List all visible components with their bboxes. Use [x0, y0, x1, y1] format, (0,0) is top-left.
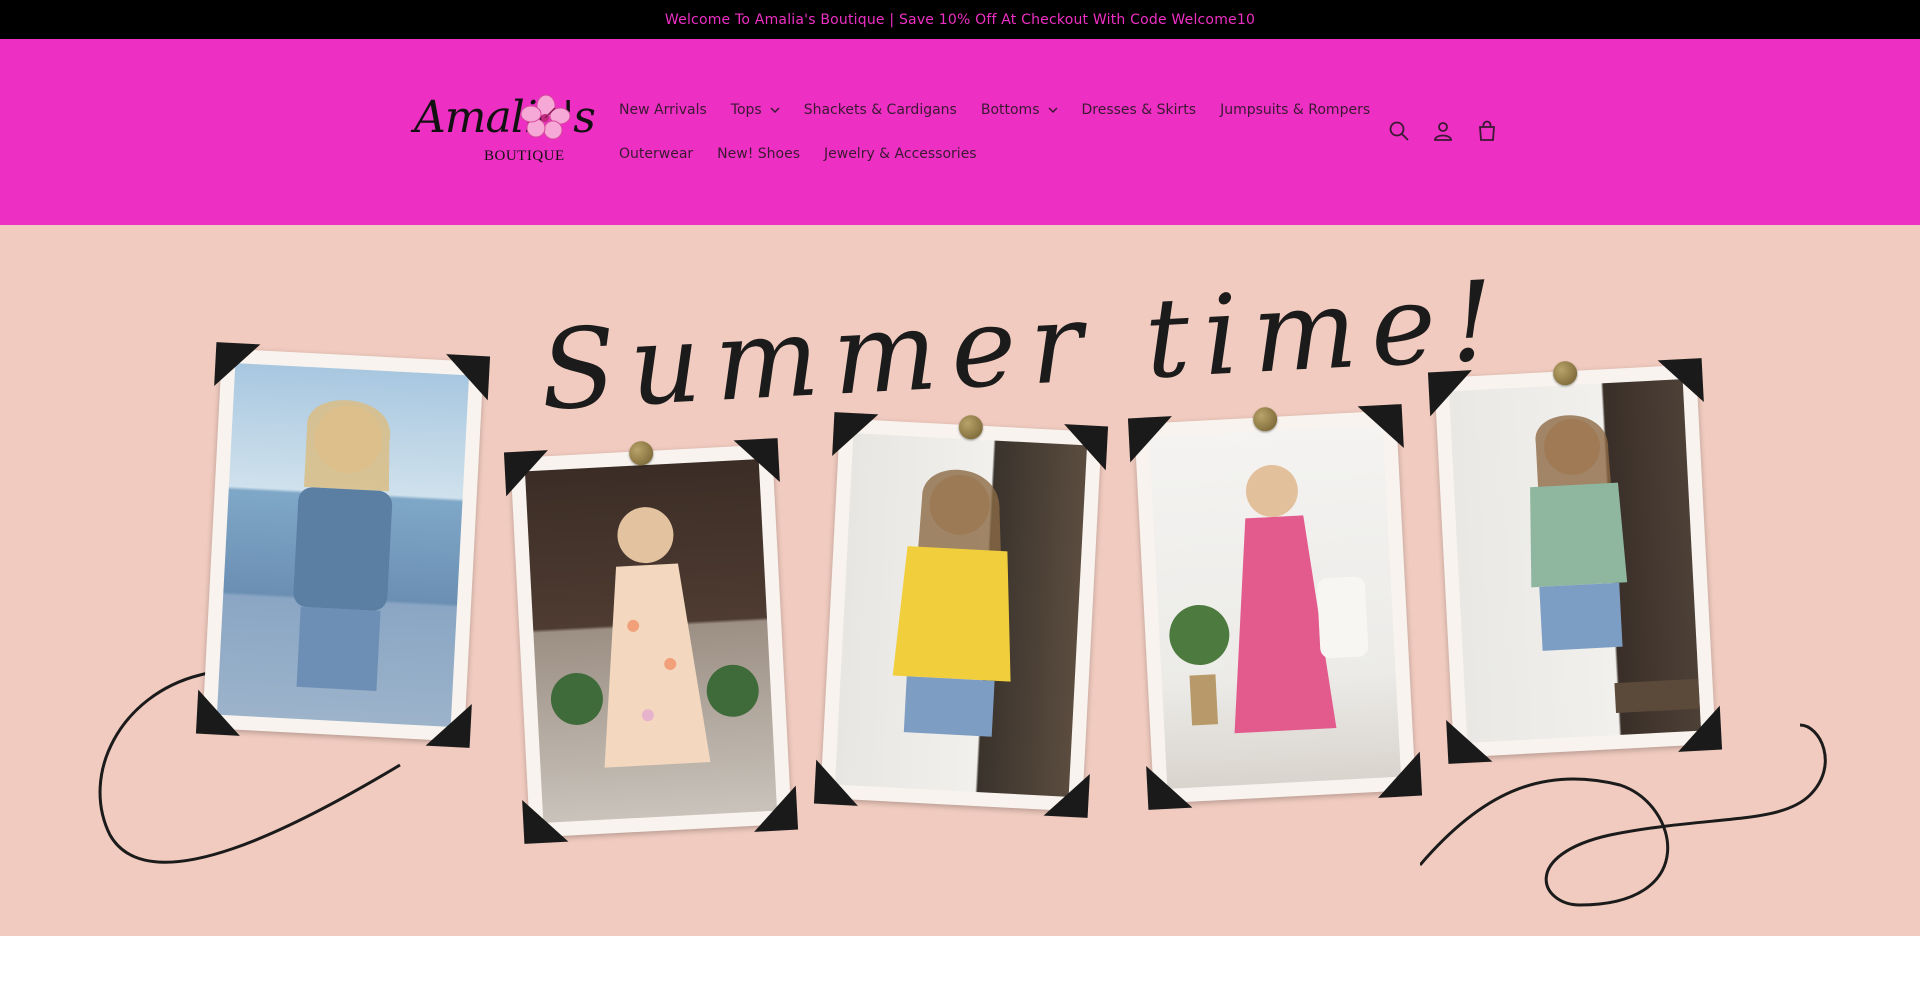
nav-item-label: Outerwear: [619, 146, 694, 162]
nav-item-label: Jewelry & Accessories: [824, 146, 977, 162]
hero-photo: [503, 438, 799, 844]
nav-item-jumpsuits-rompers[interactable]: Jumpsuits & Rompers: [1208, 88, 1382, 132]
main-navigation: New Arrivals Tops Shackets & Cardigans Bott…: [607, 88, 1370, 176]
hero-photo: [813, 412, 1109, 818]
model-figure: [550, 507, 759, 768]
hero-banner[interactable]: Summer time!: [0, 225, 1920, 936]
model-figure: [1169, 465, 1369, 734]
brand-logo[interactable]: Amalia's BOUTIQUE: [412, 92, 596, 172]
hero-photo: [1127, 404, 1423, 810]
hero-photo: [195, 342, 491, 748]
logo-subtitle: BOUTIQUE: [484, 148, 565, 164]
nav-item-label: Dresses & Skirts: [1081, 102, 1197, 118]
model-figure: [1530, 415, 1700, 714]
nav-row-secondary: Outerwear New! Shoes Jewelry & Accessories: [607, 132, 1327, 176]
hero-title: Summer time!: [537, 256, 1512, 435]
nav-item-shackets-cardigans[interactable]: Shackets & Cardigans: [792, 88, 969, 132]
nav-item-outerwear[interactable]: Outerwear: [607, 132, 705, 176]
nav-item-tops[interactable]: Tops: [719, 88, 792, 132]
announcement-bar: Welcome To Amalia's Boutique | Save 10% …: [0, 0, 1920, 39]
nav-item-new-shoes[interactable]: New! Shoes: [705, 132, 812, 176]
account-icon[interactable]: [1430, 118, 1456, 144]
hibiscus-icon: [520, 94, 571, 140]
hero-photo: [1427, 358, 1723, 764]
page-content-start: [0, 936, 1920, 993]
nav-item-label: Tops: [730, 102, 762, 118]
nav-row-primary: New Arrivals Tops Shackets & Cardigans Bott…: [607, 88, 1370, 132]
chevron-down-icon: [770, 107, 780, 114]
nav-item-dresses-skirts[interactable]: Dresses & Skirts: [1070, 88, 1209, 132]
announcement-text: Welcome To Amalia's Boutique | Save 10% …: [664, 11, 1256, 28]
header-icons: [1386, 118, 1500, 144]
search-icon[interactable]: [1386, 118, 1412, 144]
nav-item-label: Jumpsuits & Rompers: [1220, 102, 1371, 118]
nav-item-jewelry-accessories[interactable]: Jewelry & Accessories: [812, 132, 989, 176]
chevron-down-icon: [1047, 107, 1058, 114]
model-figure: [293, 400, 393, 691]
site-header: Amalia's BOUTIQUE New Arrivals Tops Shacke…: [0, 39, 1920, 225]
nav-item-label: Shackets & Cardigans: [803, 102, 957, 118]
cart-icon[interactable]: [1474, 118, 1500, 144]
nav-item-bottoms[interactable]: Bottoms: [969, 88, 1070, 132]
model-figure: [892, 469, 1011, 737]
nav-item-label: New! Shoes: [717, 146, 800, 162]
nav-item-label: New Arrivals: [619, 102, 707, 118]
nav-item-new-arrivals[interactable]: New Arrivals: [607, 88, 719, 132]
nav-item-label: Bottoms: [980, 102, 1040, 118]
